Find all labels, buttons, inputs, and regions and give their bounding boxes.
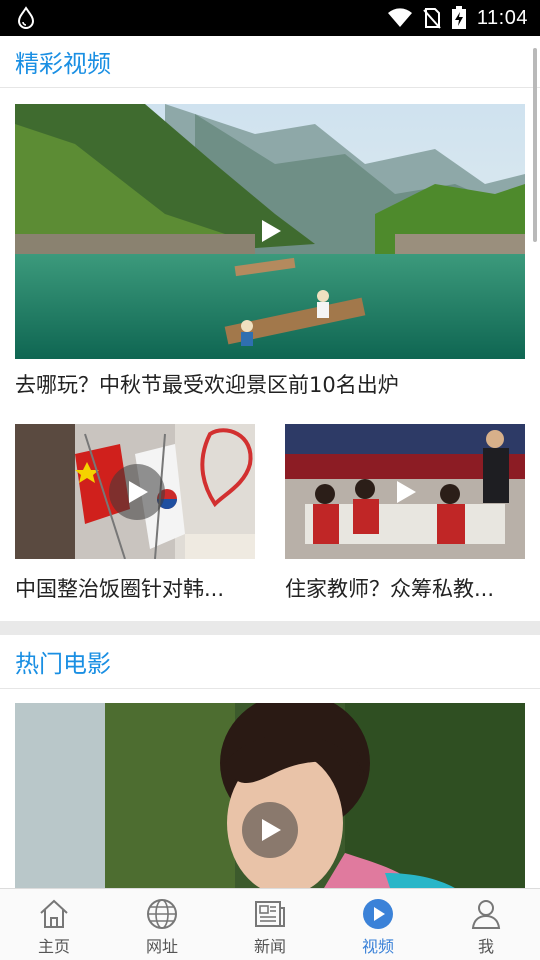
play-button[interactable]: [377, 464, 433, 520]
nav-item-video[interactable]: 视频: [324, 889, 432, 960]
home-icon: [40, 899, 68, 928]
water-drop-icon: [17, 6, 35, 29]
video-caption[interactable]: 去哪玩？中秋节最受欢迎景区前10名出炉: [15, 368, 540, 408]
play-button[interactable]: [242, 802, 298, 858]
no-sim-icon: [423, 8, 441, 29]
nav-label: 视频: [361, 937, 394, 956]
nav-label: 新闻: [253, 937, 286, 956]
video-thumbnail[interactable]: [15, 703, 525, 888]
video-thumbnail[interactable]: [285, 424, 525, 559]
section-header-featured: 精彩视频: [0, 36, 540, 88]
nav-label: 网址: [145, 937, 178, 956]
globe-icon: [147, 899, 177, 929]
play-circle-icon: [363, 899, 393, 929]
nav-item-me[interactable]: 我: [432, 889, 540, 960]
status-time: 11:04: [476, 6, 528, 29]
newspaper-icon: [255, 901, 285, 927]
woman-portrait-thumbnail-image: [15, 703, 525, 888]
nav-label: 主页: [37, 937, 70, 956]
main-video-card[interactable]: 去哪玩？中秋节最受欢迎景区前10名出炉: [0, 104, 540, 408]
section-title: 热门电影: [15, 650, 111, 678]
person-icon: [471, 900, 501, 929]
nav-item-news[interactable]: 新闻: [216, 889, 324, 960]
small-video-card[interactable]: 住家教师？众筹私教...: [285, 424, 525, 609]
section-title: 精彩视频: [15, 50, 111, 78]
video-thumbnail[interactable]: [15, 104, 525, 359]
battery-charging-icon: [451, 6, 466, 29]
video-caption[interactable]: 住家教师？众筹私教...: [285, 569, 525, 609]
content-scroll-area[interactable]: 精彩视频 去哪玩？中秋节最受欢迎景区前10名出炉 中国整治饭圈针对韩... 住家…: [0, 36, 540, 888]
play-button[interactable]: [242, 203, 298, 259]
video-caption[interactable]: 中国整治饭圈针对韩...: [15, 569, 255, 609]
play-icon: [397, 481, 416, 503]
bottom-navigation: 主页 网址 新闻 视频 我: [0, 888, 540, 960]
nav-label: 我: [477, 937, 494, 956]
section-divider: [0, 621, 540, 635]
play-icon: [262, 220, 281, 242]
status-bar: 11:04: [0, 0, 540, 36]
section-header-movies: 热门电影: [0, 635, 540, 689]
play-icon: [262, 819, 281, 841]
small-video-card[interactable]: 中国整治饭圈针对韩...: [15, 424, 255, 609]
play-button[interactable]: [109, 464, 165, 520]
wifi-icon: [387, 8, 412, 27]
nav-item-home[interactable]: 主页: [0, 889, 108, 960]
video-thumbnail[interactable]: [15, 424, 255, 559]
movie-video-card[interactable]: [0, 703, 540, 888]
play-icon: [129, 481, 148, 503]
nav-item-sites[interactable]: 网址: [108, 889, 216, 960]
